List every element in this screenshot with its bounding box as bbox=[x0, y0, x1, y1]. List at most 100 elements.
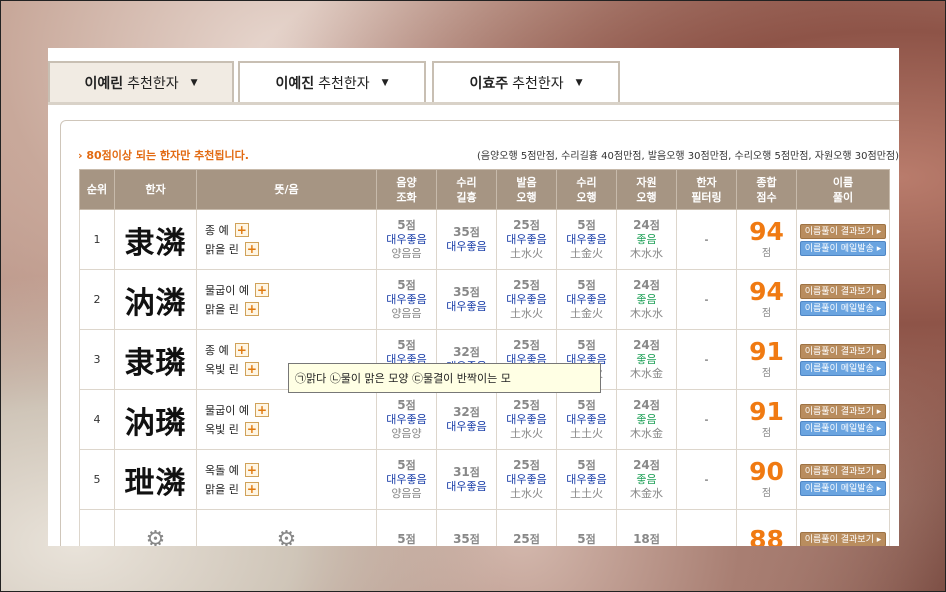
send-mail-button[interactable]: 이름풀이 메일발송 ▸ bbox=[800, 240, 886, 256]
score-grade: 좋음 bbox=[636, 353, 657, 366]
score-grade: 좋음 bbox=[636, 293, 657, 306]
score-unit: 점 bbox=[405, 533, 416, 546]
meaning-second: 옥빛 린 bbox=[205, 423, 239, 436]
hanja-cell: 汭璘 bbox=[114, 389, 197, 450]
score-element: 木水金 bbox=[630, 427, 663, 440]
hanja-cell: 隶璘 bbox=[114, 329, 197, 390]
score-cell: 18점 bbox=[616, 509, 677, 546]
view-result-button[interactable]: 이름풀이 결과보기 ▸ bbox=[800, 283, 886, 299]
score-cell: 35점 bbox=[436, 509, 497, 546]
filter-cell: - bbox=[676, 449, 737, 510]
total-cell: 91 점 bbox=[736, 389, 797, 450]
score-element: 土金火 bbox=[570, 307, 603, 320]
meaning-first: 종 예 bbox=[205, 344, 229, 357]
send-mail-button[interactable]: 이름풀이 메일발송 ▸ bbox=[800, 360, 886, 376]
meaning-first: 물굽이 예 bbox=[205, 284, 249, 297]
send-mail-button[interactable]: 이름풀이 메일발송 ▸ bbox=[800, 480, 886, 496]
rank-cell: 2 bbox=[79, 269, 115, 330]
col-jawon: 자원 오행 bbox=[616, 169, 677, 210]
plus-icon[interactable]: + bbox=[244, 422, 259, 436]
meaning-cell: ⚙ bbox=[196, 509, 377, 546]
score-element: 木水金 bbox=[630, 367, 663, 380]
score-element: 木水水 bbox=[630, 307, 663, 320]
score-grade: 대우좋음 bbox=[446, 300, 487, 313]
score-points: 5 bbox=[577, 218, 586, 232]
score-unit: 점 bbox=[649, 339, 660, 352]
plus-icon[interactable]: + bbox=[244, 463, 259, 477]
meaning-second: 맑을 린 bbox=[205, 483, 239, 496]
score-grade: 대우좋음 bbox=[446, 420, 487, 433]
score-cell: 5점 대우좋음 양음음 bbox=[376, 209, 437, 270]
score-cell: 24점 좋음 木水金 bbox=[616, 329, 677, 390]
score-grade: 대우좋음 bbox=[386, 233, 427, 246]
score-points: 5 bbox=[397, 398, 406, 412]
score-points: 25 bbox=[513, 398, 530, 412]
table-row: 5 玴潾 옥돌 예 + 맑을 린 + 5점 대우좋음 양음음 31점 대우좋음 25… bbox=[79, 449, 890, 510]
hanja-text: 汭璘 bbox=[124, 405, 187, 441]
plus-icon[interactable]: + bbox=[254, 283, 269, 297]
rank-cell bbox=[79, 509, 115, 546]
col-name-result: 이름 풀이 bbox=[796, 169, 890, 210]
plus-icon[interactable]: + bbox=[234, 223, 249, 237]
score-element: 양음음 bbox=[391, 307, 422, 320]
view-result-button[interactable]: 이름풀이 결과보기 ▸ bbox=[800, 403, 886, 419]
view-result-button[interactable]: 이름풀이 결과보기 ▸ bbox=[800, 532, 886, 546]
view-result-button[interactable]: 이름풀이 결과보기 ▸ bbox=[800, 223, 886, 239]
score-grade: 대우좋음 bbox=[566, 473, 607, 486]
score-cell: 25점 bbox=[496, 509, 557, 546]
score-grade: 대우좋음 bbox=[386, 473, 427, 486]
score-cell: 5점 bbox=[376, 509, 437, 546]
plus-icon[interactable]: + bbox=[244, 482, 259, 496]
score-unit: 점 bbox=[529, 459, 540, 472]
score-cell: 5점 bbox=[556, 509, 617, 546]
recommend-table: 순위 한자 뜻/음 음양 조화 수리 길흉 발음 오행 수리 오행 자원 오행 한자 필터링… bbox=[79, 169, 890, 546]
plus-icon[interactable]: + bbox=[234, 343, 249, 357]
score-cell: 5점 대우좋음 양음양 bbox=[376, 389, 437, 450]
score-cell: 24점 좋음 木水金 bbox=[616, 389, 677, 450]
score-cell: 24점 좋음 木金水 bbox=[616, 449, 677, 510]
tab-label: 추천한자 bbox=[318, 76, 370, 92]
plus-icon[interactable]: + bbox=[244, 362, 259, 376]
score-element: 土水火 bbox=[510, 247, 543, 260]
view-result-button[interactable]: 이름풀이 결과보기 ▸ bbox=[800, 343, 886, 359]
total-cell: 91 점 bbox=[736, 329, 797, 390]
meaning-cell: 옥돌 예 + 맑을 린 + bbox=[196, 449, 377, 510]
score-points: 24 bbox=[633, 398, 650, 412]
score-element: 양음음 bbox=[391, 247, 422, 260]
hanja-text: 玴潾 bbox=[124, 465, 187, 501]
plus-icon[interactable]: + bbox=[254, 403, 269, 417]
lock-icon: ⚙ bbox=[276, 527, 297, 546]
tab-name-label: 이예진 bbox=[275, 76, 315, 92]
col-meaning: 뜻/음 bbox=[196, 169, 377, 210]
plus-icon[interactable]: + bbox=[244, 242, 259, 256]
score-points: 35 bbox=[453, 225, 470, 239]
total-cell: 94 점 bbox=[736, 209, 797, 270]
chevron-down-icon: ▼ bbox=[575, 78, 583, 88]
score-grade: 대우좋음 bbox=[386, 293, 427, 306]
score-points: 5 bbox=[577, 278, 586, 292]
tab-name-3[interactable]: 이효주 추천한자 ▼ bbox=[432, 61, 620, 103]
filter-cell: - bbox=[676, 209, 737, 270]
score-points: 5 bbox=[397, 458, 406, 472]
score-cell: 25점 대우좋음 土水火 bbox=[496, 269, 557, 330]
score-unit: 점 bbox=[529, 279, 540, 292]
send-mail-button[interactable]: 이름풀이 메일발송 ▸ bbox=[800, 300, 886, 316]
score-points: 5 bbox=[397, 338, 406, 352]
plus-icon[interactable]: + bbox=[244, 302, 259, 316]
score-grade: 대우좋음 bbox=[446, 480, 487, 493]
score-unit: 점 bbox=[405, 279, 416, 292]
meaning-first: 옥돌 예 bbox=[205, 464, 239, 477]
view-result-button[interactable]: 이름풀이 결과보기 ▸ bbox=[800, 463, 886, 479]
name-result-cell: 이름풀이 결과보기 ▸ bbox=[796, 509, 890, 546]
table-row: 1 隶潾 종 예 + 맑을 린 + 5점 대우좋음 양음음 35점 대우좋음 25점… bbox=[79, 209, 890, 270]
tab-name-2[interactable]: 이예진 추천한자 ▼ bbox=[238, 61, 426, 103]
score-points: 24 bbox=[633, 218, 650, 232]
score-points: 35 bbox=[453, 285, 470, 299]
tab-name-1[interactable]: 이예린 추천한자 ▼ bbox=[48, 61, 234, 103]
score-points: 25 bbox=[513, 458, 530, 472]
score-element: 양음양 bbox=[391, 427, 422, 440]
col-total: 종합 점수 bbox=[736, 169, 797, 210]
send-mail-button[interactable]: 이름풀이 메일발송 ▸ bbox=[800, 420, 886, 436]
score-unit: 점 bbox=[649, 399, 660, 412]
col-balum: 발음 오행 bbox=[496, 169, 557, 210]
